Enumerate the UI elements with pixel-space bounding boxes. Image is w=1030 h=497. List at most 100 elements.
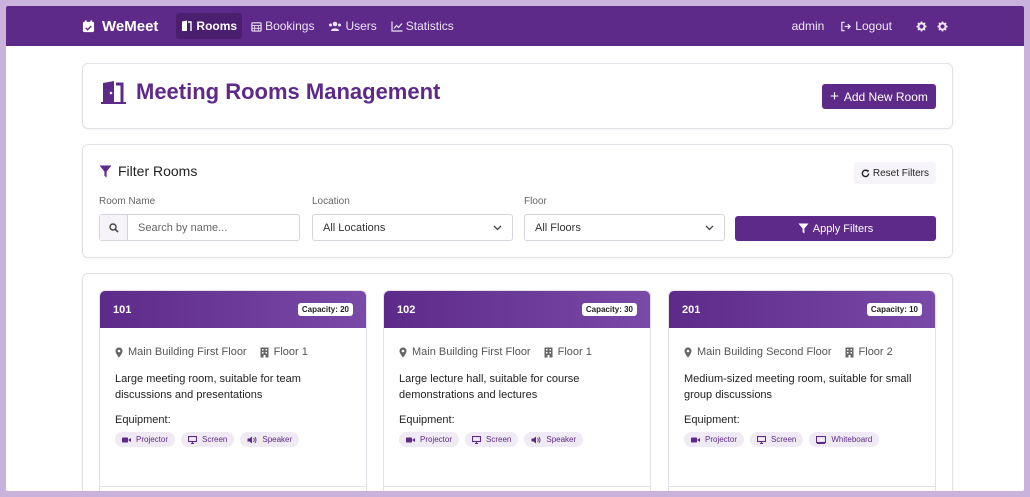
room-card[interactable]: 201 Capacity: 10 Main Building Second Fl…: [668, 290, 936, 491]
room-location-line: Main Building First Floor Floor 1: [399, 346, 635, 358]
room-location-line: Main Building Second Floor Floor 2: [684, 346, 920, 358]
desktop-icon: [188, 435, 198, 444]
equipment-list: Projector Screen Speaker: [399, 432, 635, 447]
room-name-search-input[interactable]: Search by name...: [99, 214, 300, 241]
location-select[interactable]: All Locations: [312, 214, 513, 241]
floor-select[interactable]: All Floors: [524, 214, 725, 241]
equipment-list: Projector Screen Whiteboard: [684, 432, 920, 447]
desktop-icon: [757, 435, 767, 444]
room-card[interactable]: 102 Capacity: 30 Main Building First Flo…: [383, 290, 651, 491]
nav-rooms[interactable]: Rooms: [176, 13, 243, 39]
apply-filters-button[interactable]: Apply Filters: [735, 216, 936, 241]
door-icon: [101, 81, 126, 104]
nav-bookings[interactable]: Bookings: [246, 13, 319, 39]
equipment-label: Equipment:: [115, 414, 171, 426]
gear-icon: [937, 20, 948, 32]
equipment-tag-label: Projector: [420, 435, 453, 444]
gear-icon: [916, 20, 927, 32]
nav-bookings-label: Bookings: [265, 19, 315, 33]
room-card-header: 201 Capacity: 10: [669, 291, 935, 328]
building-icon: [845, 347, 854, 357]
room-name-label: Room Name: [99, 196, 156, 207]
equipment-tag-label: Whiteboard: [831, 435, 873, 444]
chevron-down-icon: [705, 225, 714, 230]
reset-filters-label: Reset Filters: [872, 167, 929, 179]
room-card-header: 102 Capacity: 30: [384, 291, 650, 328]
brand-name: WeMeet: [102, 17, 159, 35]
map-marker-icon: [399, 347, 407, 357]
logout-link[interactable]: Logout: [840, 19, 892, 33]
room-card-footer: [669, 486, 935, 487]
brand[interactable]: WeMeet: [82, 18, 158, 35]
equipment-tag: Whiteboard: [809, 432, 880, 447]
room-card-footer: [100, 486, 366, 487]
capacity-badge: Capacity: 10: [866, 303, 922, 316]
nav-statistics-label: Statistics: [405, 19, 454, 33]
room-floor-label: Floor 1: [273, 346, 308, 358]
volume-icon: [531, 436, 541, 443]
preferences-gear-button[interactable]: [937, 20, 948, 32]
equipment-tag: Projector: [115, 432, 176, 447]
chart-line-icon: [391, 21, 403, 32]
video-icon: [122, 437, 131, 442]
equipment-tag: Projector: [684, 432, 745, 447]
chalkboard-icon: [816, 435, 827, 444]
floor-label: Floor: [524, 196, 547, 207]
chevron-down-icon: [493, 225, 502, 230]
room-description: Large meeting room, suitable for team di…: [115, 373, 301, 401]
add-new-room-label: Add New Room: [843, 89, 928, 104]
search-icon: [100, 215, 128, 240]
room-card-footer: [384, 486, 650, 487]
sign-out-icon: [841, 21, 852, 31]
room-location-line: Main Building First Floor Floor 1: [115, 346, 351, 358]
filter-title: Filter Rooms: [99, 163, 197, 179]
equipment-tag-label: Projector: [705, 435, 738, 444]
location-select-value: All Locations: [323, 221, 386, 234]
equipment-label: Equipment:: [399, 414, 455, 426]
logout-label: Logout: [855, 19, 892, 33]
equipment-tag-label: Screen: [771, 435, 797, 444]
filter-icon: [798, 223, 809, 234]
room-number: 201: [682, 303, 701, 316]
room-location: Main Building First Floor: [128, 346, 247, 358]
equipment-tag: Projector: [399, 432, 460, 447]
room-card-header: 101 Capacity: 20: [100, 291, 366, 328]
room-location: Main Building First Floor: [412, 346, 531, 358]
current-user[interactable]: admin: [792, 19, 825, 33]
map-marker-icon: [684, 347, 692, 357]
room-card[interactable]: 101 Capacity: 20 Main Building First Flo…: [99, 290, 367, 491]
navbar-right: admin Logout: [792, 6, 948, 46]
door-icon: [182, 20, 193, 31]
add-new-room-button[interactable]: + Add New Room: [822, 84, 936, 109]
room-floor-label: Floor 2: [858, 346, 893, 358]
building-icon: [260, 347, 269, 357]
room-number: 101: [113, 303, 132, 316]
apply-filters-label: Apply Filters: [812, 222, 874, 235]
room-description: Medium-sized meeting room, suitable for …: [684, 373, 912, 401]
room-floor: Floor 1: [544, 346, 592, 358]
plus-icon: +: [830, 88, 839, 105]
calendar-icon: [251, 21, 262, 32]
equipment-tag-label: Speaker: [262, 435, 293, 444]
equipment-tag-label: Screen: [202, 435, 228, 444]
reset-filters-button[interactable]: Reset Filters: [853, 162, 936, 184]
navbar: WeMeet Rooms Bookings Users Statistics a…: [6, 6, 1024, 46]
room-floor-label: Floor 1: [557, 346, 592, 358]
video-icon: [406, 437, 415, 442]
nav-statistics[interactable]: Statistics: [386, 13, 459, 39]
page-title-text: Meeting Rooms Management: [136, 79, 441, 104]
nav-users[interactable]: Users: [323, 13, 381, 39]
floor-select-value: All Floors: [535, 221, 581, 234]
nav-rooms-label: Rooms: [196, 19, 238, 33]
equipment-tag: Screen: [750, 432, 804, 447]
room-location: Main Building Second Floor: [697, 346, 832, 358]
room-description: Large lecture hall, suitable for course …: [399, 373, 580, 401]
page-title: Meeting Rooms Management: [101, 79, 440, 105]
desktop-icon: [472, 435, 482, 444]
equipment-tag: Speaker: [240, 432, 300, 447]
equipment-list: Projector Screen Speaker: [115, 432, 351, 447]
settings-gear-button[interactable]: [916, 20, 927, 32]
capacity-badge: Capacity: 30: [581, 303, 637, 316]
video-icon: [691, 437, 700, 442]
map-marker-icon: [115, 347, 123, 357]
